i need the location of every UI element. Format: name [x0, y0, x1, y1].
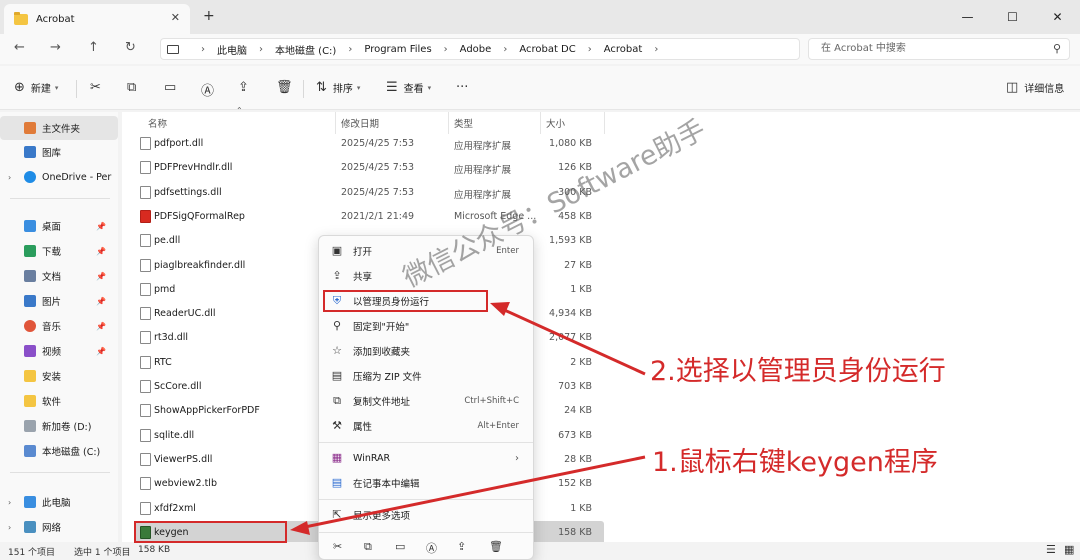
step2-annotation: 2.选择以管理员身份运行 [650, 356, 946, 387]
arrow-to-run-as-admin [490, 302, 646, 376]
arrow-to-keygen [290, 455, 646, 535]
step1-annotation: 1.鼠标右键keygen程序 [652, 447, 938, 478]
